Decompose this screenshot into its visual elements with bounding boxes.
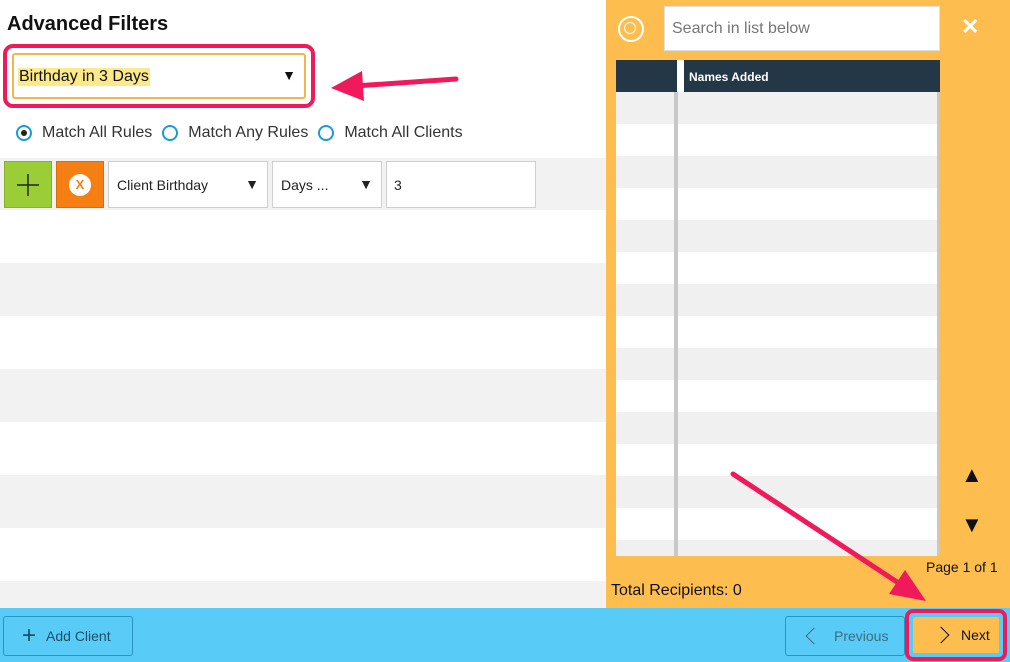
empty-rule-stripe [0,422,606,475]
header-divider [677,60,684,92]
radio-match-any-rules[interactable]: Match Any Rules [162,124,308,142]
close-icon[interactable]: ✕ [961,14,979,40]
list-item [616,508,940,540]
list-item [616,252,940,284]
search-icon[interactable] [618,16,644,42]
rule-value-input[interactable] [386,161,536,208]
empty-rule-stripe [0,263,606,316]
filter-preset-select[interactable]: Birthday in 3 Days ▼ [12,53,306,99]
column-header-names-added[interactable]: Names Added [689,70,769,84]
radio-indicator [318,125,335,141]
list-item [616,540,940,556]
rule-field-value: Client Birthday [117,177,209,193]
list-item [616,156,940,188]
next-highlight-frame: Next [905,609,1007,661]
empty-rule-stripe [0,210,606,263]
rule-field-select[interactable]: Client Birthday ▼ [108,161,268,208]
list-item [616,220,940,252]
caret-down-icon: ▼ [359,176,373,192]
footer-bar: + Add Client Previous Next [0,608,1010,662]
list-item [616,92,940,124]
column-divider [674,92,678,556]
list-item [616,348,940,380]
list-item [616,188,940,220]
recipients-list: Names Added [616,60,940,556]
rule-operator-value: Days ... [281,177,329,193]
page-indicator: Page 1 of 1 [926,559,998,575]
caret-down-icon: ▼ [245,176,259,192]
remove-rule-button[interactable]: X [56,161,104,208]
list-item [616,316,940,348]
list-header [616,60,940,92]
list-item [616,284,940,316]
add-rule-button[interactable] [4,161,52,208]
add-client-button[interactable]: + Add Client [3,616,133,656]
next-button[interactable]: Next [913,617,999,653]
next-label: Next [961,627,990,643]
list-item [616,444,940,476]
add-client-label: Add Client [46,628,111,644]
radio-match-all-clients[interactable]: Match All Clients [318,124,463,142]
list-item [616,412,940,444]
radio-match-all-rules[interactable]: Match All Rules [16,124,152,142]
scroll-up-icon[interactable]: ▲ [961,462,983,488]
previous-button[interactable]: Previous [785,616,905,656]
previous-label: Previous [834,628,889,644]
list-item [616,380,940,412]
list-item [616,124,940,156]
radio-label: Match All Rules [42,124,153,141]
rule-operator-select[interactable]: Days ... ▼ [272,161,382,208]
plus-icon [17,173,39,196]
advanced-filters-panel: Advanced Filters Birthday in 3 Days ▼ Ma… [0,0,606,608]
empty-rule-stripe [0,369,606,422]
empty-rule-stripe [0,528,606,581]
radio-label: Match All Clients [344,124,463,141]
list-item [616,476,940,508]
radio-label: Match Any Rules [188,124,309,141]
total-recipients: Total Recipients: 0 [611,582,742,599]
search-input[interactable] [664,6,940,51]
radio-indicator [162,125,179,141]
recipients-panel: ✕ Names Added ▲ ▼ Page 1 of 1 Total Reci… [606,0,1010,608]
chevron-right-icon [932,626,950,644]
empty-rule-stripe [0,316,606,369]
filter-preset-value: Birthday in 3 Days [18,68,150,86]
scroll-down-icon[interactable]: ▼ [961,512,983,538]
empty-rule-stripe [0,581,606,608]
chevron-left-icon [805,627,823,645]
remove-icon: X [69,173,91,196]
list-border [937,92,940,556]
page-title: Advanced Filters [7,13,169,35]
preset-highlight-frame: Birthday in 3 Days ▼ [3,44,315,108]
radio-indicator [16,125,32,141]
match-options: Match All Rules Match Any Rules Match Al… [16,124,473,142]
plus-icon: + [22,622,37,649]
empty-rule-stripe [0,475,606,528]
caret-down-icon: ▼ [282,67,296,83]
